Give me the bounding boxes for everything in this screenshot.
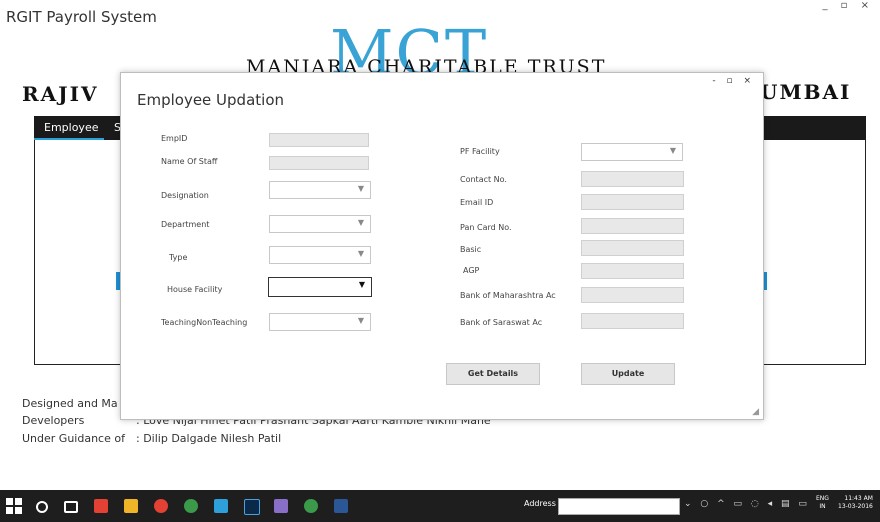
address-label: Address <box>524 499 556 508</box>
pf-facility-label: PF Facility <box>460 147 500 156</box>
bank-maharashtra-label: Bank of Maharashtra Ac <box>460 291 556 300</box>
app-icon-red[interactable] <box>94 499 108 513</box>
designation-dropdown[interactable]: ▼ <box>269 181 371 199</box>
task-view-icon[interactable] <box>64 501 78 513</box>
taskbar: Address ⌄ ○ ^ ▭ ◌ ◂ ▤ ▭ ENG IN 11:43 AM … <box>0 490 880 522</box>
employee-updation-dialog: Employee Updation - ▫ × EmpID Name Of St… <box>120 72 764 420</box>
department-label: Department <box>161 220 210 229</box>
resize-grip-icon[interactable]: ◢ <box>752 407 759 417</box>
name-of-staff-label: Name Of Staff <box>161 157 218 166</box>
chrome-icon[interactable] <box>154 499 168 513</box>
language-code: ENG <box>816 495 829 502</box>
app-icon-green[interactable] <box>184 499 198 513</box>
house-facility-dropdown[interactable]: ▼ <box>268 277 372 297</box>
edge-icon[interactable] <box>214 499 228 513</box>
clock[interactable]: 11:43 AM 13-03-2016 <box>838 495 873 511</box>
chevron-down-icon: ▼ <box>357 184 364 193</box>
credits-guidance-label: Under Guidance of <box>22 432 125 445</box>
app-title: RGIT Payroll System <box>6 8 157 26</box>
windows-start-icon[interactable] <box>6 498 22 514</box>
region-code: IN <box>819 503 826 510</box>
contact-label: Contact No. <box>460 175 507 184</box>
app-icon-purple[interactable] <box>274 499 288 513</box>
get-details-button[interactable]: Get Details <box>446 363 540 385</box>
bank-maharashtra-field[interactable] <box>581 287 684 303</box>
contact-field[interactable] <box>581 171 684 187</box>
language-indicator[interactable]: ENG IN <box>816 495 829 511</box>
photoshop-icon[interactable] <box>244 499 260 515</box>
bank-saraswat-field[interactable] <box>581 313 684 329</box>
basic-field[interactable] <box>581 240 684 256</box>
pan-label: Pan Card No. <box>460 223 512 232</box>
chevron-down-icon: ▼ <box>357 218 364 227</box>
department-dropdown[interactable]: ▼ <box>269 215 371 233</box>
designation-label: Designation <box>161 191 209 200</box>
email-label: Email ID <box>460 198 494 207</box>
email-field[interactable] <box>581 194 684 210</box>
system-tray-icons[interactable]: ⌄ ○ ^ ▭ ◌ ◂ ▤ ▭ <box>684 499 810 509</box>
dialog-window-controls[interactable]: - ▫ × <box>712 76 755 86</box>
house-facility-label: House Facility <box>167 285 223 294</box>
menu-employee[interactable]: Employee <box>44 121 98 134</box>
college-name-right: UMBAI <box>760 80 852 104</box>
agp-field[interactable] <box>581 263 684 279</box>
credits-developers-label: Developers <box>22 414 85 427</box>
type-label: Type <box>169 253 188 262</box>
basic-label: Basic <box>460 245 482 254</box>
teaching-nonteaching-dropdown[interactable]: ▼ <box>269 313 371 331</box>
empid-label: EmpID <box>161 134 188 143</box>
address-input[interactable] <box>558 498 680 515</box>
credits-guidance-value: : Dilip Dalgade Nilesh Patil <box>136 432 282 445</box>
teaching-nonteaching-label: TeachingNonTeaching <box>161 318 248 327</box>
file-explorer-icon[interactable] <box>124 499 138 513</box>
chevron-down-icon: ▼ <box>357 249 364 258</box>
credits-designed: Designed and Ma <box>22 397 118 410</box>
name-of-staff-field[interactable] <box>269 156 369 170</box>
pan-field[interactable] <box>581 218 684 234</box>
chevron-down-icon: ▼ <box>357 316 364 325</box>
update-button[interactable]: Update <box>581 363 675 385</box>
type-dropdown[interactable]: ▼ <box>269 246 371 264</box>
chevron-down-icon: ▼ <box>669 146 676 155</box>
search-icon[interactable] <box>36 501 48 513</box>
dialog-title: Employee Updation <box>137 91 285 109</box>
chevron-down-icon: ▼ <box>358 280 365 289</box>
clock-date: 13-03-2016 <box>838 503 873 510</box>
pf-facility-dropdown[interactable]: ▼ <box>581 143 683 161</box>
agp-label: AGP <box>463 266 480 275</box>
college-name-left: RAJIV <box>22 82 99 106</box>
word-icon[interactable] <box>334 499 348 513</box>
clock-time: 11:43 AM <box>844 495 873 502</box>
empid-field[interactable] <box>269 133 369 147</box>
app-icon-green-2[interactable] <box>304 499 318 513</box>
window-controls[interactable]: _ ▫ × <box>822 0 874 11</box>
bank-saraswat-label: Bank of Saraswat Ac <box>460 318 543 327</box>
